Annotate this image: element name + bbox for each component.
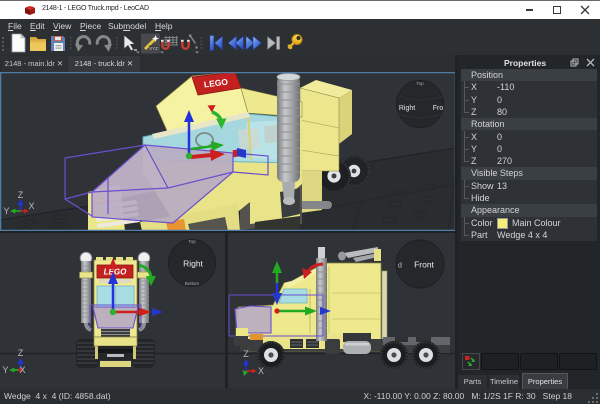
svg-text:Right: Right (183, 259, 203, 269)
svg-text:Z: Z (18, 190, 24, 200)
svg-text:X: X (258, 366, 264, 376)
svg-text:Bottom: Bottom (185, 281, 200, 286)
svg-text:Z: Z (243, 349, 249, 359)
svg-text:Right: Right (399, 105, 415, 112)
svg-text:Top: Top (188, 239, 196, 244)
svg-text:Y: Y (3, 206, 9, 216)
svg-text:Y: Y (2, 365, 8, 375)
svg-text:Fro: Fro (433, 105, 444, 112)
svg-text:Front: Front (414, 260, 434, 270)
svg-text:d: d (398, 263, 402, 270)
svg-text:X: X (19, 365, 25, 375)
svg-text:X: X (28, 201, 34, 211)
svg-text:Z: Z (18, 348, 24, 358)
svg-text:Top: Top (416, 81, 424, 86)
svg-text:XYZ: XYZ (149, 46, 158, 51)
